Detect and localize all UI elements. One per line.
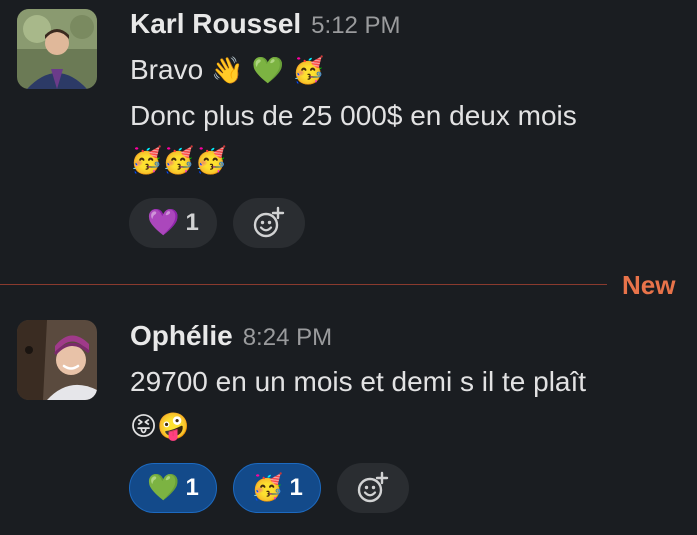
emoji-group: 👋 💚 🥳 [210, 56, 325, 86]
message-header: Ophélie 8:24 PM [130, 320, 332, 352]
message-header: Karl Roussel 5:12 PM [130, 8, 401, 40]
add-emoji-icon [253, 206, 285, 238]
party-emoji-group: 🥳🥳🥳 [130, 146, 228, 176]
reaction-count: 1 [289, 474, 303, 501]
reaction-count: 1 [185, 209, 199, 236]
reaction-count: 1 [185, 474, 199, 501]
avatar-photo [17, 320, 97, 400]
text-bravo: Bravo [130, 54, 204, 85]
silly-emoji-group: 😝🤪 [130, 412, 190, 442]
emoji-line: 🥳🥳🥳 [130, 144, 227, 176]
reaction-party-face[interactable]: 🥳 1 [233, 463, 321, 513]
avatar[interactable] [17, 320, 97, 400]
reaction-purple-heart[interactable]: 💜 1 [129, 198, 217, 248]
party-face-emoji: 🥳 [251, 473, 284, 503]
avatar-photo [17, 9, 97, 89]
purple-heart-emoji: 💜 [147, 208, 180, 238]
author-name[interactable]: Ophélie [130, 320, 233, 351]
new-messages-divider [0, 284, 607, 285]
reaction-green-heart[interactable]: 💚 1 [129, 463, 217, 513]
message-text-line: Bravo 👋 💚 🥳 [130, 54, 325, 86]
author-name[interactable]: Karl Roussel [130, 8, 301, 39]
timestamp[interactable]: 8:24 PM [243, 324, 332, 351]
add-reaction-button[interactable] [337, 463, 409, 513]
timestamp[interactable]: 5:12 PM [311, 12, 400, 39]
add-reaction-button[interactable] [233, 198, 305, 248]
green-heart-emoji: 💚 [147, 473, 180, 503]
add-emoji-icon [357, 471, 389, 503]
message-text-line: Donc plus de 25 000$ en deux mois [130, 100, 577, 131]
avatar[interactable] [17, 9, 97, 89]
new-messages-label: New [622, 270, 676, 300]
message-text-line: 29700 en un mois et demi s il te plaît [130, 366, 587, 397]
emoji-line: 😝🤪 [130, 410, 189, 442]
